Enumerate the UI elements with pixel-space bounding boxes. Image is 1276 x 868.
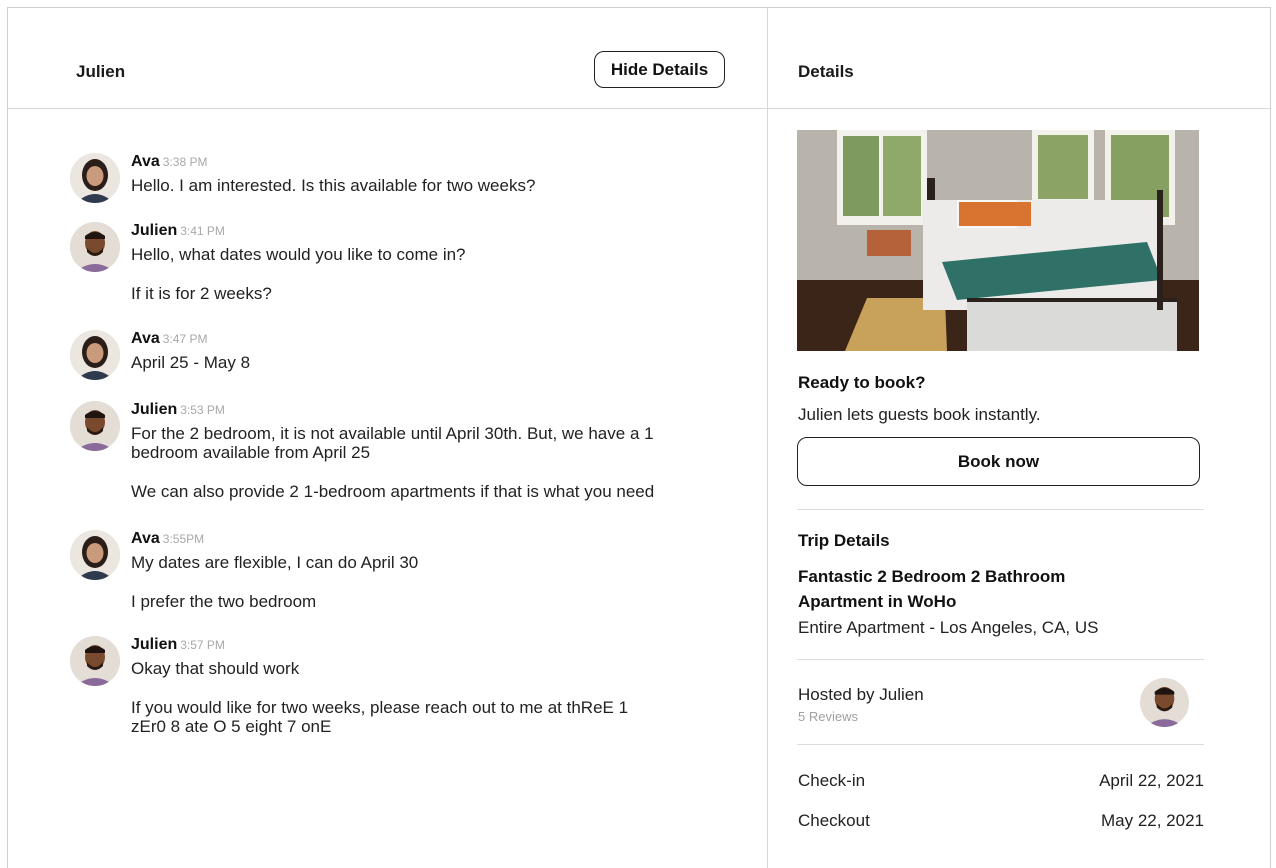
hide-details-button[interactable]: Hide Details	[594, 51, 725, 88]
avatar-ava	[70, 530, 120, 580]
review-count: 5 Reviews	[798, 709, 858, 724]
message-text: I prefer the two bedroom	[131, 592, 317, 611]
message-text: For the 2 bedroom, it is not available u…	[131, 424, 654, 443]
message-sender: Ava	[131, 330, 160, 347]
message-sender: Julien	[131, 636, 178, 653]
message-text: We can also provide 2 1-bedroom apartmen…	[131, 482, 655, 501]
checkout-label: Checkout	[798, 811, 870, 830]
checkout-date: May 22, 2021	[1100, 811, 1204, 830]
message-text: zEr0 8 ate O 5 eight 7 onE	[131, 717, 332, 736]
message-text: April 25 - May 8	[131, 353, 251, 372]
message-text: bedroom available from April 25	[131, 443, 371, 462]
divider	[797, 659, 1204, 660]
header-divider	[8, 108, 1270, 109]
message-time: 3:41 PM	[180, 224, 225, 238]
avatar-ava	[70, 153, 120, 203]
message-text: If it is for 2 weeks?	[131, 284, 272, 303]
message-sender: Ava	[131, 530, 160, 547]
ready-to-book-text: Julien lets guests book instantly.	[798, 405, 1041, 424]
divider	[797, 744, 1204, 745]
details-title: Details	[798, 62, 854, 81]
book-now-button[interactable]: Book now	[797, 437, 1200, 486]
divider	[797, 509, 1204, 510]
message-sender: Julien	[131, 222, 178, 239]
panel-divider	[767, 7, 768, 868]
listing-title-line2: Apartment in WoHo	[798, 592, 957, 611]
ready-to-book-heading: Ready to book?	[798, 373, 926, 392]
message-sender: Julien	[131, 401, 178, 418]
listing-subtitle: Entire Apartment - Los Angeles, CA, US	[798, 618, 1099, 637]
host-avatar[interactable]	[1140, 678, 1189, 727]
message-text: Hello. I am interested. Is this availabl…	[131, 176, 536, 195]
checkin-date: April 22, 2021	[1099, 771, 1204, 790]
listing-photo	[797, 130, 1199, 351]
conversation-title: Julien	[76, 62, 126, 81]
message-text: My dates are flexible, I can do April 30	[131, 553, 419, 572]
hosted-by: Hosted by Julien	[798, 685, 924, 704]
message-text: If you would like for two weeks, please …	[131, 698, 629, 717]
message-time: 3:47 PM	[162, 332, 208, 346]
avatar-julien	[70, 222, 120, 272]
trip-details-heading: Trip Details	[798, 531, 890, 550]
message-time: 3:55PM	[162, 532, 205, 546]
message-text: Okay that should work	[131, 659, 300, 678]
avatar-ava	[70, 330, 120, 380]
message-time: 3:38 PM	[162, 155, 208, 169]
message-time: 3:57 PM	[180, 638, 225, 652]
avatar-julien	[70, 401, 120, 451]
message-sender: Ava	[131, 153, 160, 170]
avatar-julien	[70, 636, 120, 686]
checkin-label: Check-in	[798, 771, 866, 790]
message-text: Hello, what dates would you like to come…	[131, 245, 466, 264]
message-time: 3:53 PM	[180, 403, 225, 417]
listing-title-line1: Fantastic 2 Bedroom 2 Bathroom	[798, 567, 1066, 586]
